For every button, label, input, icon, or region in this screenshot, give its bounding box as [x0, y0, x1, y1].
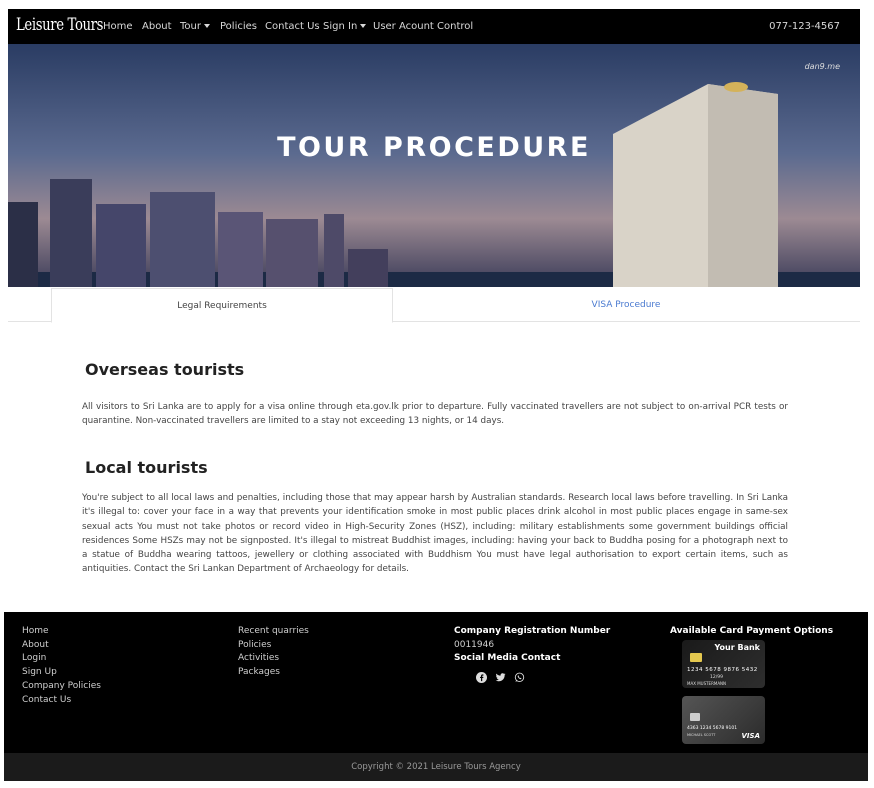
footer-link-contact-us[interactable]: Contact Us	[22, 694, 101, 708]
nav-tour-dropdown[interactable]: Tour	[180, 21, 210, 32]
card-chip-icon	[690, 653, 702, 662]
copyright-bar: Copyright © 2021 Leisure Tours Agency	[4, 753, 868, 781]
site-footer: Home About Login Sign Up Company Policie…	[4, 612, 868, 753]
footer-link-recent-quarries[interactable]: Recent quarries	[238, 625, 309, 639]
registration-number: 0011946	[454, 639, 495, 650]
card-chip-icon	[690, 713, 700, 721]
card-valid-thru: 12/99	[710, 675, 723, 680]
registration-heading: Company Registration Number	[454, 626, 611, 636]
credit-card-image: Your Bank 1234 5678 9876 5432 12/99 MAX …	[682, 640, 765, 688]
card-number: 1234 5678 9876 5432	[687, 667, 758, 673]
nav-sign-in-dropdown[interactable]: Sign In	[323, 21, 367, 32]
visa-logo: VISA	[741, 732, 760, 740]
city-skyline-image	[8, 82, 860, 287]
section-title-overseas: Overseas tourists	[85, 360, 245, 379]
card-number: 4363 1234 5678 9101	[687, 726, 738, 731]
card-holder-name: MICHAEL SCOTT	[687, 733, 716, 737]
social-heading: Social Media Contact	[454, 653, 561, 664]
card-bank-name: Your Bank	[714, 643, 761, 652]
tab-visa-procedure[interactable]: VISA Procedure	[392, 288, 860, 321]
brand-logo[interactable]: Leisure Tours	[16, 15, 103, 35]
footer-link-sign-up[interactable]: Sign Up	[22, 666, 101, 680]
hero-watermark: dan9.me	[804, 62, 840, 71]
procedure-tabs: Legal Requirements VISA Procedure	[8, 288, 860, 323]
footer-link-policies[interactable]: Policies	[238, 639, 309, 653]
caret-down-icon	[360, 24, 367, 28]
hero-title: TOUR PROCEDURE	[277, 132, 591, 163]
nav-tour-label: Tour	[180, 21, 201, 32]
footer-payment: Available Card Payment Options	[670, 625, 833, 639]
footer-link-activities[interactable]: Activities	[238, 652, 309, 666]
footer-link-home[interactable]: Home	[22, 625, 101, 639]
twitter-icon[interactable]	[495, 672, 506, 683]
footer-links-main: Home About Login Sign Up Company Policie…	[22, 625, 101, 707]
card-holder-name: MAX MUSTERMANN	[687, 681, 727, 686]
payment-heading: Available Card Payment Options	[670, 626, 834, 636]
footer-link-about[interactable]: About	[22, 639, 101, 653]
social-icons	[476, 672, 525, 683]
phone-number: 077-123-4567	[769, 21, 840, 32]
footer-company-info: Company Registration Number 0011946 Soci…	[454, 625, 610, 666]
visa-card-image: 4363 1234 5678 9101 MICHAEL SCOTT VISA	[682, 696, 765, 744]
tab-legal-requirements[interactable]: Legal Requirements	[51, 288, 393, 323]
section-body-overseas: All visitors to Sri Lanka are to apply f…	[82, 402, 788, 427]
nav-home[interactable]: Home	[103, 21, 133, 32]
nav-user-account-control[interactable]: User Acount Control	[373, 21, 473, 32]
section-body-local: You're subject to all local laws and pen…	[82, 493, 788, 575]
nav-policies[interactable]: Policies	[220, 21, 257, 32]
footer-link-login[interactable]: Login	[22, 652, 101, 666]
section-title-local: Local tourists	[85, 458, 208, 477]
caret-down-icon	[203, 24, 210, 28]
top-navbar: Leisure Tours Home About Tour Policies C…	[8, 9, 860, 44]
whatsapp-icon[interactable]	[514, 672, 525, 683]
nav-about[interactable]: About	[142, 21, 172, 32]
footer-links-secondary: Recent quarries Policies Activities Pack…	[238, 625, 309, 680]
hero-banner: TOUR PROCEDURE dan9.me	[8, 44, 860, 287]
nav-sign-in-label: Sign In	[323, 21, 358, 32]
footer-link-company-policies[interactable]: Company Policies	[22, 680, 101, 694]
nav-contact-us[interactable]: Contact Us	[265, 21, 320, 32]
footer-link-packages[interactable]: Packages	[238, 666, 309, 680]
facebook-icon[interactable]	[476, 672, 487, 683]
